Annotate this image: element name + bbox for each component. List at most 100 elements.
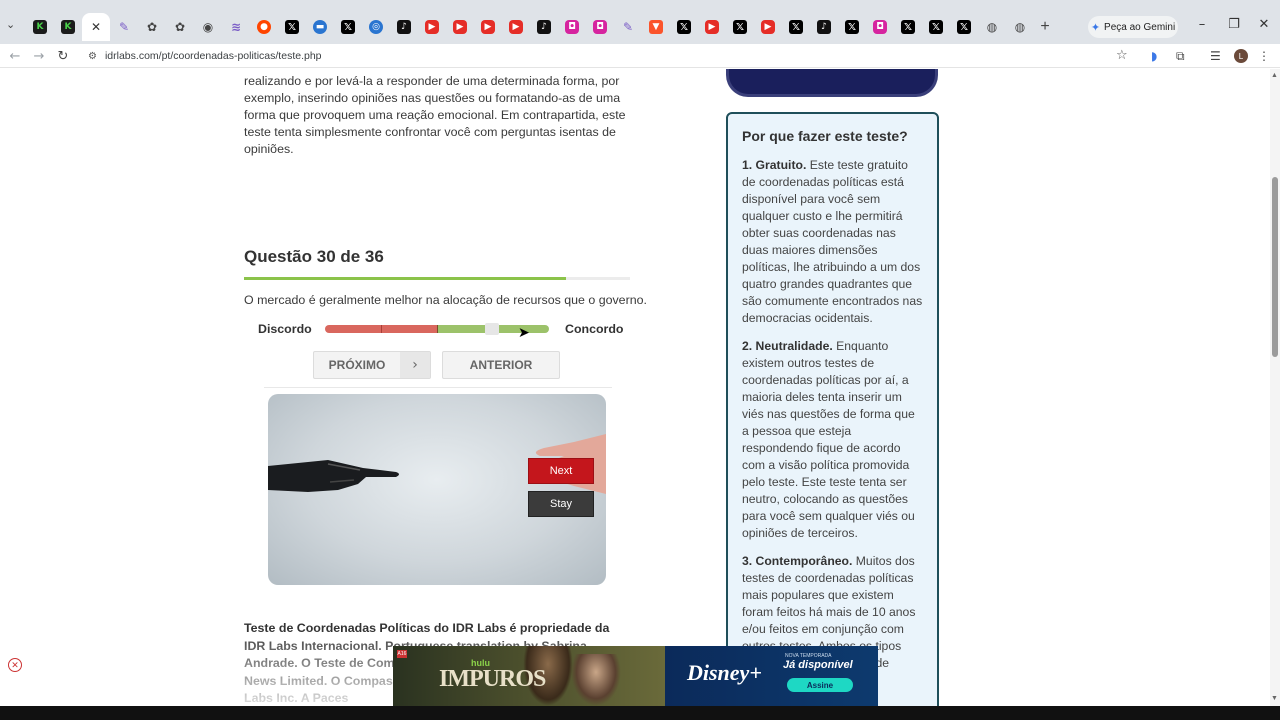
scrollbar-thumb[interactable] (1272, 177, 1278, 357)
chevron-right-icon: › (400, 352, 430, 378)
browser-tab[interactable]: 𝕏 (726, 16, 754, 38)
question-text: O mercado é geralmente melhor na alocaçã… (244, 293, 647, 307)
browser-tab[interactable]: ▼ (642, 16, 670, 38)
browser-tab[interactable]: ● (250, 16, 278, 38)
extension-audio-icon[interactable]: ◗ (1151, 49, 1157, 63)
x-icon: 𝕏 (789, 20, 803, 34)
youtube-icon: ▶ (705, 20, 719, 34)
minimize-icon[interactable]: – (1192, 17, 1212, 32)
ad-close-icon[interactable]: ✕ (8, 658, 22, 672)
browser-tab[interactable]: ▬ (306, 16, 334, 38)
browser-tab[interactable]: 𝕏 (838, 16, 866, 38)
reload-icon[interactable]: ↻ (54, 47, 72, 65)
banner-hulu-panel[interactable]: A16 hulu IMPUROS (393, 646, 665, 706)
new-tab-plus-icon[interactable]: + (1034, 16, 1056, 38)
back-arrow-icon[interactable]: ← (6, 47, 24, 65)
browser-tab[interactable]: ✕ (82, 13, 110, 41)
tab-search-chevron-icon[interactable]: ⌄ (6, 18, 20, 32)
browser-tab[interactable]: ▶ (698, 16, 726, 38)
video-next-button[interactable]: Next (528, 458, 594, 484)
agreement-slider[interactable] (325, 325, 549, 333)
profile-avatar[interactable]: L (1234, 49, 1248, 63)
disagree-label: Discordo (258, 322, 312, 336)
browser-tab[interactable]: K (54, 16, 82, 38)
banner-rating-badge: A16 (397, 650, 407, 658)
gpt-icon: ✿ (174, 20, 186, 34)
browser-tab[interactable]: ▶ (502, 16, 530, 38)
browser-tab[interactable]: 𝕏 (334, 16, 362, 38)
browser-tab[interactable]: K (26, 16, 54, 38)
browser-tab[interactable]: ◘ (866, 16, 894, 38)
x-icon: 𝕏 (957, 20, 971, 34)
browser-tab[interactable]: ♪ (390, 16, 418, 38)
browser-tab[interactable]: 𝕏 (670, 16, 698, 38)
site-settings-icon[interactable]: ⚙ (88, 51, 97, 62)
restore-icon[interactable]: ❐ (1224, 17, 1244, 32)
why-item-body: Este teste gratuito de coordenadas polít… (742, 158, 923, 325)
browser-menu-icon[interactable]: ⋮ (1258, 49, 1270, 63)
browser-tab[interactable]: ≋ (222, 16, 250, 38)
slider-segment-strong-disagree[interactable] (325, 325, 382, 333)
browser-tab[interactable]: 𝕏 (922, 16, 950, 38)
url-text[interactable]: idrlabs.com/pt/coordenadas-politicas/tes… (105, 50, 322, 62)
browser-tab[interactable]: ♪ (530, 16, 558, 38)
address-bar[interactable]: ⚙ idrlabs.com/pt/coordenadas-politicas/t… (80, 46, 1140, 66)
browser-tab[interactable]: ▶ (474, 16, 502, 38)
browser-tab[interactable]: ✿ (138, 16, 166, 38)
web-page: realizando e por levá-la a responder de … (0, 69, 1270, 706)
page-scrollbar[interactable] (1270, 69, 1280, 706)
instagram-icon: ◘ (593, 20, 607, 34)
browser-tab[interactable]: 𝕏 (950, 16, 978, 38)
close-icon[interactable]: ✕ (89, 20, 103, 34)
browser-tab[interactable]: ✎ (614, 16, 642, 38)
chrome-icon: ◍ (1014, 20, 1026, 34)
x-icon: 𝕏 (733, 20, 747, 34)
browser-tab[interactable]: ◍ (1006, 16, 1034, 38)
browser-tab[interactable]: 𝕏 (782, 16, 810, 38)
browser-tab[interactable]: ✎ (110, 16, 138, 38)
why-item-heading: 2. Neutralidade. (742, 339, 833, 353)
browser-tab[interactable]: ◘ (586, 16, 614, 38)
tiktok-icon: ♪ (537, 20, 551, 34)
reading-list-icon[interactable]: ☰ (1210, 49, 1221, 63)
video-ad[interactable]: Next Stay (268, 394, 606, 585)
slider-handle[interactable] (485, 323, 499, 335)
banner-show-title: IMPUROS (439, 666, 546, 692)
browser-tab[interactable]: 𝕏 (894, 16, 922, 38)
scroll-up-arrow-icon[interactable]: ▲ (1271, 72, 1278, 79)
bookmark-star-icon[interactable]: ☆ (1116, 48, 1128, 63)
x-icon: 𝕏 (901, 20, 915, 34)
previous-button[interactable]: ANTERIOR (442, 351, 560, 379)
why-item: 1. Gratuito. Este teste gratuito de coor… (742, 157, 923, 327)
extensions-puzzle-icon[interactable]: ⧉ (1176, 49, 1185, 64)
browser-tab[interactable]: ◘ (558, 16, 586, 38)
browser-tab[interactable]: ◍ (978, 16, 1006, 38)
banner-actress-image (571, 654, 621, 706)
browser-tab[interactable]: ♪ (810, 16, 838, 38)
banner-available-text: Já disponível (783, 659, 853, 671)
gemini-button[interactable]: ✦ Peça ao Gemini (1088, 16, 1178, 38)
disney-plus-logo: Disney+ (687, 660, 762, 685)
browser-tab[interactable]: ◎ (362, 16, 390, 38)
next-button[interactable]: PRÓXIMO › (313, 351, 431, 379)
banner-subscribe-button[interactable]: Assine (787, 678, 853, 692)
circle-icon: ◉ (202, 20, 214, 34)
scroll-down-arrow-icon[interactable]: ▼ (1271, 695, 1278, 702)
why-item-heading: 1. Gratuito. (742, 158, 807, 172)
why-item-heading: 3. Contemporâneo. (742, 554, 853, 568)
video-stay-button[interactable]: Stay (528, 491, 594, 517)
youtube-icon: ▶ (453, 20, 467, 34)
browser-tab[interactable]: ▶ (446, 16, 474, 38)
slider-segment-disagree[interactable] (381, 325, 438, 333)
bottom-banner-ad[interactable]: A16 hulu IMPUROS Disney+ NOVA TEMPORADA … (393, 646, 878, 706)
browser-toolbar: ← → ↻ ⚙ idrlabs.com/pt/coordenadas-polit… (0, 44, 1280, 68)
forward-arrow-icon[interactable]: → (30, 47, 48, 65)
browser-tab[interactable]: 𝕏 (278, 16, 306, 38)
browser-tab[interactable]: ✿ (166, 16, 194, 38)
window-close-icon[interactable]: ✕ (1254, 17, 1274, 32)
browser-tab[interactable]: ◉ (194, 16, 222, 38)
browser-tab[interactable]: ▶ (754, 16, 782, 38)
browser-tab[interactable]: ▶ (418, 16, 446, 38)
pen-icon: ✎ (118, 20, 130, 34)
banner-disney-panel[interactable]: Disney+ NOVA TEMPORADA Já disponível Ass… (665, 646, 878, 706)
